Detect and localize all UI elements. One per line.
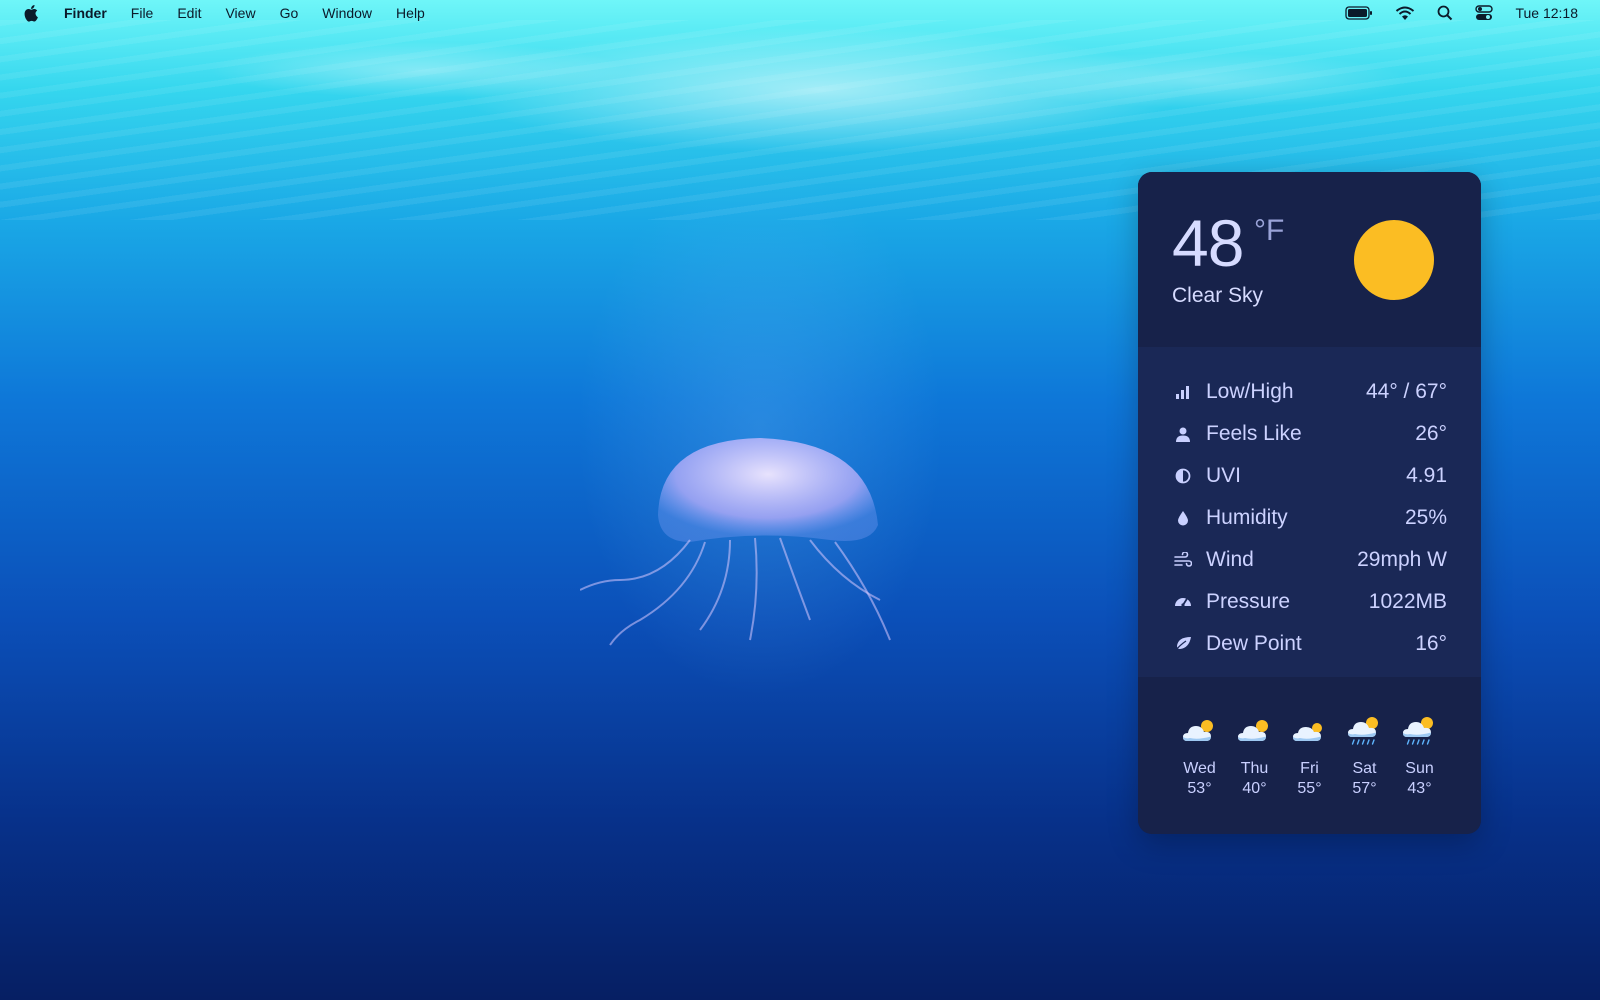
menu-app-name[interactable]: Finder [62,0,119,26]
detail-row-uvi: UVI 4.91 [1138,455,1481,497]
detail-label: Low/High [1206,380,1294,403]
menu-window[interactable]: Window [310,0,384,26]
temperature-unit: °F [1254,214,1285,247]
wifi-icon[interactable] [1395,6,1415,21]
half-circle-icon [1172,465,1194,487]
partly-cloudy-icon [1237,720,1268,741]
forecast-day-name: Fri [1300,760,1319,777]
rain-sun-icon [1402,717,1433,745]
forecast-temp: 57° [1352,780,1377,797]
wind-icon [1172,549,1194,571]
droplet-icon [1172,507,1194,529]
detail-row-pressure: Pressure 1022MB [1138,581,1481,623]
forecast-day: Sat 57° [1337,715,1392,834]
forecast-day: Thu 40° [1227,715,1282,834]
current-temperature: 48 [1172,206,1244,280]
forecast-temp: 43° [1407,780,1432,797]
leaf-icon [1172,633,1194,655]
detail-label: Wind [1206,548,1254,571]
menu-help[interactable]: Help [384,0,437,26]
weather-widget: 48 °F Clear Sky Low/High 44° / 67° Feels… [1138,172,1481,834]
jellyfish-illustration [580,438,891,646]
detail-label: Pressure [1206,590,1291,613]
bar-chart-icon [1172,381,1194,403]
detail-row-low-high: Low/High 44° / 67° [1138,371,1481,413]
detail-row-wind: Wind 29mph W [1138,539,1481,581]
forecast-temp: 53° [1187,780,1212,797]
search-icon[interactable] [1437,5,1453,21]
detail-value: 26° [1415,422,1447,445]
sun-icon [1354,220,1434,300]
detail-value: 44° / 67° [1365,380,1447,403]
detail-label: UVI [1206,464,1242,487]
control-center-icon[interactable] [1475,5,1494,21]
forecast-day: Wed 53° [1172,715,1227,834]
person-icon [1172,423,1194,445]
battery-icon[interactable] [1345,6,1373,20]
forecast-day-name: Wed [1183,760,1216,777]
menu-go[interactable]: Go [268,0,311,26]
forecast-temp: 55° [1297,780,1322,797]
detail-value: 16° [1415,632,1447,655]
forecast-day-name: Sat [1352,760,1377,777]
partly-cloudy-icon [1182,720,1213,741]
detail-label: Feels Like [1206,422,1302,445]
forecast-day: Sun 43° [1392,715,1447,834]
partly-cloudy-icon [1292,723,1322,741]
apple-menu-icon[interactable] [24,4,40,22]
menu-bar: Finder File Edit View Go Window Help Tue… [0,0,1600,26]
detail-label: Dew Point [1206,632,1302,655]
current-weather: 48 °F Clear Sky [1138,172,1481,347]
detail-row-humidity: Humidity 25% [1138,497,1481,539]
forecast-day: Fri 55° [1282,715,1337,834]
forecast-day-name: Sun [1405,760,1434,777]
forecast: Wed 53° Thu 40° Fri 55° Sat 57° Sun 43° [1138,677,1481,834]
menu-edit[interactable]: Edit [165,0,213,26]
rain-sun-icon [1347,717,1378,745]
menu-clock[interactable]: Tue 12:18 [1515,5,1578,21]
forecast-day-name: Thu [1240,760,1269,777]
detail-label: Humidity [1206,506,1288,529]
detail-value: 29mph W [1357,548,1447,571]
weather-condition: Clear Sky [1172,284,1264,307]
weather-details: Low/High 44° / 67° Feels Like 26° UVI 4.… [1138,347,1481,677]
detail-value: 25% [1404,506,1447,529]
detail-value: 4.91 [1406,464,1447,487]
detail-row-dew-point: Dew Point 16° [1138,623,1481,665]
menu-view[interactable]: View [213,0,267,26]
menu-file[interactable]: File [119,0,166,26]
forecast-temp: 40° [1242,780,1267,797]
detail-value: 1022MB [1368,590,1447,613]
detail-row-feels-like: Feels Like 26° [1138,413,1481,455]
gauge-icon [1172,591,1194,613]
